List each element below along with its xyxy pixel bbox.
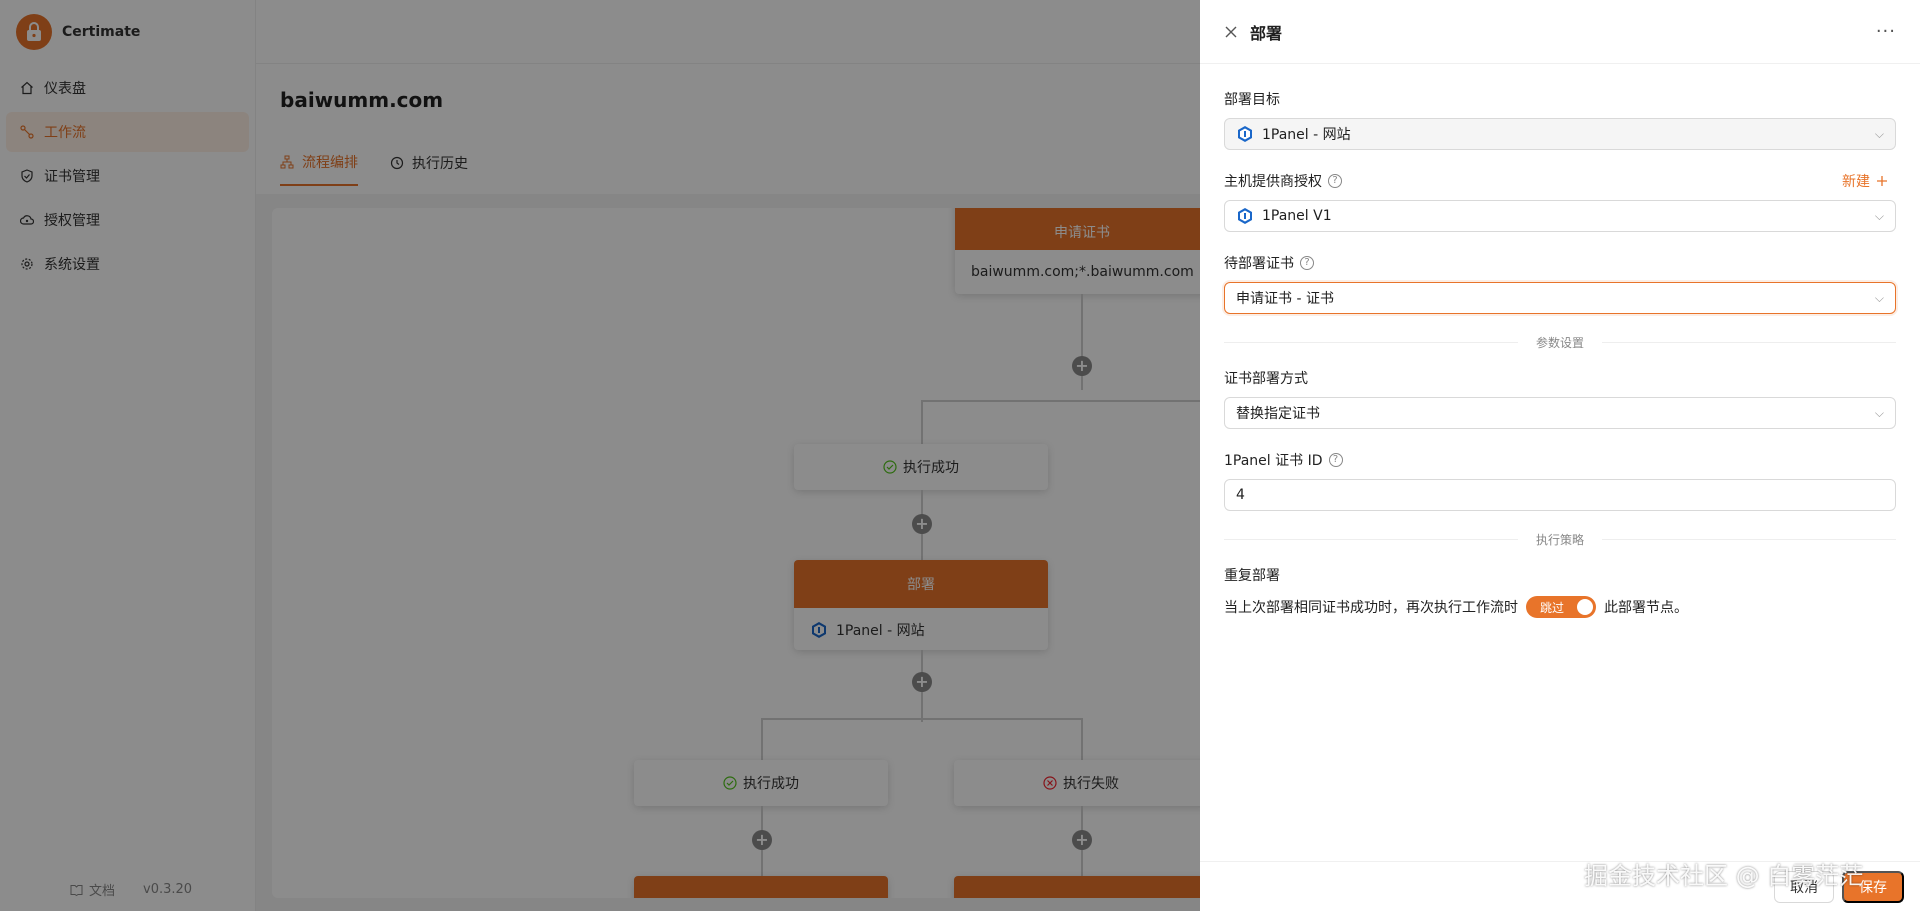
chevron-down-icon: ⌵ [1874,208,1884,223]
drawer-form: 部署目标 1Panel - 网站 ⌵ 主机提供商授权 ? 新建 1Panel V… [1200,64,1920,618]
redeploy-prefix: 当上次部署相同证书成功时，再次执行工作流时 [1224,600,1518,616]
redeploy-row: 当上次部署相同证书成功时，再次执行工作流时 跳过 此部署节点。 [1224,596,1896,618]
redeploy-suffix: 此部署节点。 [1604,600,1688,616]
1panel-logo-icon [1238,126,1252,142]
redeploy-label: 重复部署 [1224,568,1280,584]
field-label: 待部署证书 ? [1224,252,1896,274]
certificate-select[interactable]: 申请证书 - 证书 ⌵ [1224,282,1896,314]
switch-knob [1577,599,1593,615]
certificate-field: 待部署证书 ? 申请证书 - 证书 ⌵ [1224,252,1896,314]
skip-switch[interactable]: 跳过 [1526,596,1596,618]
chevron-down-icon: ⌵ [1874,126,1884,141]
drawer-header: 部署 ··· [1200,0,1920,64]
modal-overlay[interactable] [0,0,1200,911]
field-label: 1Panel 证书 ID ? [1224,449,1896,471]
deploy-target-select[interactable]: 1Panel - 网站 ⌵ [1224,118,1896,150]
chevron-down-icon: ⌵ [1874,290,1884,305]
deploy-mode-field: 证书部署方式 替换指定证书 ⌵ [1224,367,1896,429]
provider-access-field: 主机提供商授权 ? 新建 1Panel V1 ⌵ [1224,170,1896,232]
1panel-logo-icon [1238,208,1252,224]
help-icon[interactable]: ? [1328,453,1343,467]
strategy-section-divider: 执行策略 [1224,531,1896,548]
drawer-title: 部署 [1250,23,1283,43]
param-section-divider: 参数设置 [1224,334,1896,351]
deploy-drawer: 部署 ··· 部署目标 1Panel - 网站 ⌵ 主机提供商授权 ? 新建 1… [1200,0,1920,911]
chevron-down-icon: ⌵ [1874,405,1884,420]
watermark: 掘金技术社区 @ 白雾茫茫 [1584,862,1864,890]
field-label: 主机提供商授权 ? [1224,170,1342,192]
field-label: 部署目标 [1224,92,1280,108]
help-icon[interactable]: ? [1300,256,1314,270]
field-label: 证书部署方式 [1224,371,1308,387]
provider-access-select[interactable]: 1Panel V1 ⌵ [1224,200,1896,232]
plus-icon [1877,176,1887,186]
new-access-button[interactable]: 新建 [1842,171,1888,191]
close-icon[interactable] [1224,25,1238,39]
deploy-mode-select[interactable]: 替换指定证书 ⌵ [1224,397,1896,429]
deploy-target-field: 部署目标 1Panel - 网站 ⌵ [1224,88,1896,150]
cert-id-field: 1Panel 证书 ID ? 4 [1224,449,1896,511]
cert-id-input[interactable]: 4 [1224,479,1896,511]
more-icon[interactable]: ··· [1876,21,1896,42]
help-icon[interactable]: ? [1328,174,1342,188]
